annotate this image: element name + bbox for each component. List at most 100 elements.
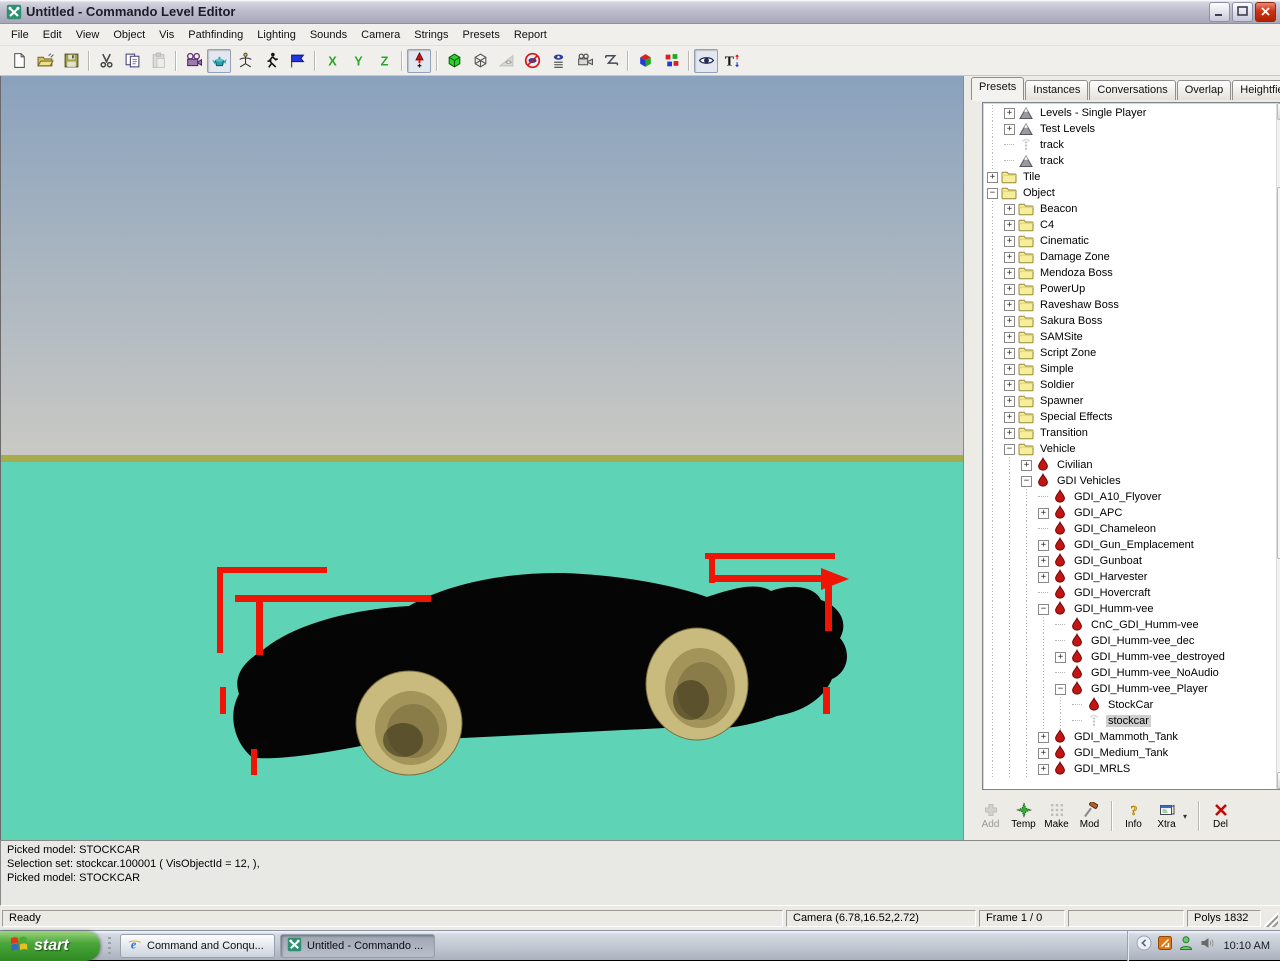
wire-cube-button[interactable] <box>468 49 492 73</box>
tree-item-cnc-gdi-humm-vee[interactable]: CnC_GDI_Humm-vee <box>983 617 1277 633</box>
tab-conversations[interactable]: Conversations <box>1089 80 1175 100</box>
tree-item-gdi-humm-vee-player[interactable]: −GDI_Humm-vee_Player <box>983 681 1277 697</box>
tab-overlap[interactable]: Overlap <box>1177 80 1232 100</box>
tree-item-sakura-boss[interactable]: +Sakura Boss <box>983 313 1277 329</box>
tray-volume-icon[interactable] <box>1199 935 1215 956</box>
expand-icon[interactable]: + <box>1004 236 1015 247</box>
expand-icon[interactable]: + <box>1004 108 1015 119</box>
vis-polygon-button[interactable] <box>598 49 622 73</box>
menu-file[interactable]: File <box>4 26 36 44</box>
start-button[interactable]: start <box>0 931 100 961</box>
tree-item-civilian[interactable]: +Civilian <box>983 457 1277 473</box>
expand-icon[interactable]: + <box>1004 412 1015 423</box>
movie-camera-button[interactable] <box>181 49 205 73</box>
tree-item-beacon[interactable]: +Beacon <box>983 201 1277 217</box>
text-size-button[interactable]: T <box>720 49 744 73</box>
teapot-render-button[interactable] <box>207 49 231 73</box>
expand-icon[interactable]: + <box>1004 428 1015 439</box>
expand-icon[interactable]: + <box>1004 332 1015 343</box>
make-button[interactable]: Make <box>1040 797 1073 835</box>
menu-view[interactable]: View <box>69 26 107 44</box>
vis-disable-button[interactable] <box>520 49 544 73</box>
solid-cube-button[interactable] <box>442 49 466 73</box>
expand-icon[interactable]: + <box>1055 652 1066 663</box>
tree-item-gdi-humm-vee-noaudio[interactable]: GDI_Humm-vee_NoAudio <box>983 665 1277 681</box>
expand-icon[interactable]: + <box>1004 252 1015 263</box>
menu-report[interactable]: Report <box>507 26 554 44</box>
vis-camera-button[interactable] <box>572 49 596 73</box>
tree-item-mendoza-boss[interactable]: +Mendoza Boss <box>983 265 1277 281</box>
menu-strings[interactable]: Strings <box>407 26 455 44</box>
temp-button[interactable]: Temp <box>1007 797 1040 835</box>
collapse-icon[interactable]: − <box>987 188 998 199</box>
del-button[interactable]: Del <box>1204 797 1237 835</box>
mod-button[interactable]: Mod <box>1073 797 1106 835</box>
drop-to-ground-button[interactable] <box>407 49 431 73</box>
tab-presets[interactable]: Presets <box>971 77 1024 100</box>
axis-x-button[interactable]: X <box>320 49 344 73</box>
tree-item-script-zone[interactable]: +Script Zone <box>983 345 1277 361</box>
expand-icon[interactable]: + <box>1004 124 1015 135</box>
menu-camera[interactable]: Camera <box>354 26 407 44</box>
resize-grip[interactable] <box>1264 910 1278 927</box>
tree-item-gdi-vehicles[interactable]: −GDI Vehicles <box>983 473 1277 489</box>
tree-item-raveshaw-boss[interactable]: +Raveshaw Boss <box>983 297 1277 313</box>
tree-item-gdi-humm-vee-dec[interactable]: GDI_Humm-vee_dec <box>983 633 1277 649</box>
tree-scrollbar[interactable]: ▲ ▼ <box>1276 103 1280 789</box>
menu-vis[interactable]: Vis <box>152 26 181 44</box>
expand-icon[interactable]: + <box>1038 556 1049 567</box>
walk-mode-button[interactable] <box>259 49 283 73</box>
paste-button[interactable] <box>146 49 170 73</box>
xtra-button[interactable]: Xtra <box>1150 797 1183 835</box>
expand-icon[interactable]: + <box>1038 732 1049 743</box>
axis-y-button[interactable]: Y <box>346 49 370 73</box>
open-folder-button[interactable] <box>33 49 57 73</box>
expand-icon[interactable]: + <box>1038 572 1049 583</box>
tree-item-test-levels[interactable]: +Test Levels <box>983 121 1277 137</box>
copy-button[interactable] <box>120 49 144 73</box>
tree-item-gdi-chameleon[interactable]: GDI_Chameleon <box>983 521 1277 537</box>
save-floppy-button[interactable] <box>59 49 83 73</box>
expand-icon[interactable]: + <box>1038 540 1049 551</box>
add-button[interactable]: Add <box>974 797 1007 835</box>
rgb-dots-button[interactable] <box>659 49 683 73</box>
menu-edit[interactable]: Edit <box>36 26 69 44</box>
eye-box-button[interactable] <box>694 49 718 73</box>
menu-object[interactable]: Object <box>106 26 152 44</box>
menu-lighting[interactable]: Lighting <box>250 26 303 44</box>
expand-icon[interactable]: + <box>1004 380 1015 391</box>
expand-icon[interactable]: + <box>1038 508 1049 519</box>
tree-item-special-effects[interactable]: +Special Effects <box>983 409 1277 425</box>
task-commando-editor[interactable]: Untitled - Commando ... <box>280 934 435 958</box>
expand-icon[interactable]: + <box>1021 460 1032 471</box>
tree-item-gdi-harvester[interactable]: +GDI_Harvester <box>983 569 1277 585</box>
tray-app-icon[interactable] <box>1157 935 1173 956</box>
viewport-3d[interactable] <box>0 76 963 840</box>
xtra-dropdown-arrow[interactable]: ▾ <box>1183 797 1193 835</box>
tree-item-simple[interactable]: +Simple <box>983 361 1277 377</box>
orbit-gizmo-button[interactable] <box>233 49 257 73</box>
tree-item-cinematic[interactable]: +Cinematic <box>983 233 1277 249</box>
tree-item-c4[interactable]: +C4 <box>983 217 1277 233</box>
tree-item-gdi-humm-vee-destroyed[interactable]: +GDI_Humm-vee_destroyed <box>983 649 1277 665</box>
rgb-cube-button[interactable] <box>633 49 657 73</box>
minimize-button[interactable] <box>1209 2 1230 22</box>
menu-sounds[interactable]: Sounds <box>303 26 354 44</box>
expand-icon[interactable]: + <box>1004 348 1015 359</box>
tree-item-track[interactable]: track <box>983 137 1277 153</box>
menu-pathfinding[interactable]: Pathfinding <box>181 26 250 44</box>
collapse-icon[interactable]: − <box>1004 444 1015 455</box>
new-document-button[interactable] <box>7 49 31 73</box>
expand-icon[interactable]: + <box>1004 364 1015 375</box>
expand-icon[interactable]: + <box>1004 268 1015 279</box>
tree-item-stockcar[interactable]: StockCar <box>983 697 1277 713</box>
expand-icon[interactable]: + <box>1004 300 1015 311</box>
vis-sector-button[interactable] <box>494 49 518 73</box>
tree-item-gdi-medium-tank[interactable]: +GDI_Medium_Tank <box>983 745 1277 761</box>
tree-item-vehicle[interactable]: −Vehicle <box>983 441 1277 457</box>
cut-scissors-button[interactable] <box>94 49 118 73</box>
tree-item-track[interactable]: track <box>983 153 1277 169</box>
tree-item-levels-single-player[interactable]: +Levels - Single Player <box>983 105 1277 121</box>
tree-item-stockcar[interactable]: stockcar <box>983 713 1277 729</box>
expand-icon[interactable]: + <box>987 172 998 183</box>
